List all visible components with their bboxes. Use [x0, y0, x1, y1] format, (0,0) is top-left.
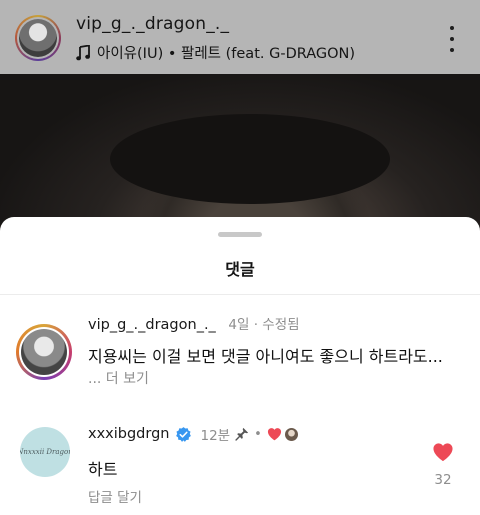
- more-options-icon[interactable]: [446, 26, 458, 52]
- caption-text: 지용씨는 이걸 보면 댓글 아니여도 좋으니 하트라도...: [88, 347, 443, 366]
- creator-liked-heart-icon: [267, 428, 281, 441]
- caption-header: vip_g_._dragon_._ 4일 · 수정됨: [88, 313, 300, 333]
- divider: [0, 294, 480, 295]
- comment-text: 하트: [88, 460, 118, 479]
- comments-sheet: 댓글 vip_g_._dragon_._ 4일 · 수정됨 지용씨는 이걸 보면…: [0, 217, 480, 515]
- see-more-link[interactable]: ... 더 보기: [88, 368, 149, 388]
- profile-avatar[interactable]: [15, 15, 61, 61]
- comment-header: xxxibgdrgn 12분 •: [88, 424, 299, 444]
- pin-icon: [235, 427, 249, 441]
- caption-username[interactable]: vip_g_._dragon_._: [88, 317, 216, 333]
- comment-time: 12분: [200, 428, 231, 444]
- like-heart-icon[interactable]: [432, 442, 454, 462]
- sheet-title: 댓글: [225, 260, 255, 279]
- creator-mini-avatar: [283, 426, 299, 442]
- music-info[interactable]: 아이유(IU) • 팔레트 (feat. G-DRAGON): [76, 42, 355, 63]
- caption-avatar[interactable]: [16, 324, 72, 380]
- like-count: 32: [434, 472, 452, 488]
- verified-badge-icon: [175, 426, 191, 442]
- music-note-icon: [76, 44, 90, 60]
- reply-button[interactable]: 답글 달기: [88, 486, 142, 506]
- meta-separator: •: [254, 426, 262, 442]
- caption-meta: 4일 · 수정됨: [228, 317, 300, 333]
- sheet-drag-handle[interactable]: [218, 232, 262, 237]
- post-header: vip_g_._dragon_._ 아이유(IU) • 팔레트 (feat. G…: [0, 0, 480, 74]
- header-username[interactable]: vip_g_._dragon_._: [76, 14, 229, 34]
- comment-avatar[interactable]: Nnxxxii Dragon: [20, 427, 70, 477]
- video-frame[interactable]: [0, 74, 480, 234]
- comment-username[interactable]: xxxibgdrgn: [88, 426, 170, 442]
- music-label: 아이유(IU) • 팔레트 (feat. G-DRAGON): [97, 46, 356, 62]
- avatar-logo-text: Nnxxxii Dragon: [20, 448, 70, 456]
